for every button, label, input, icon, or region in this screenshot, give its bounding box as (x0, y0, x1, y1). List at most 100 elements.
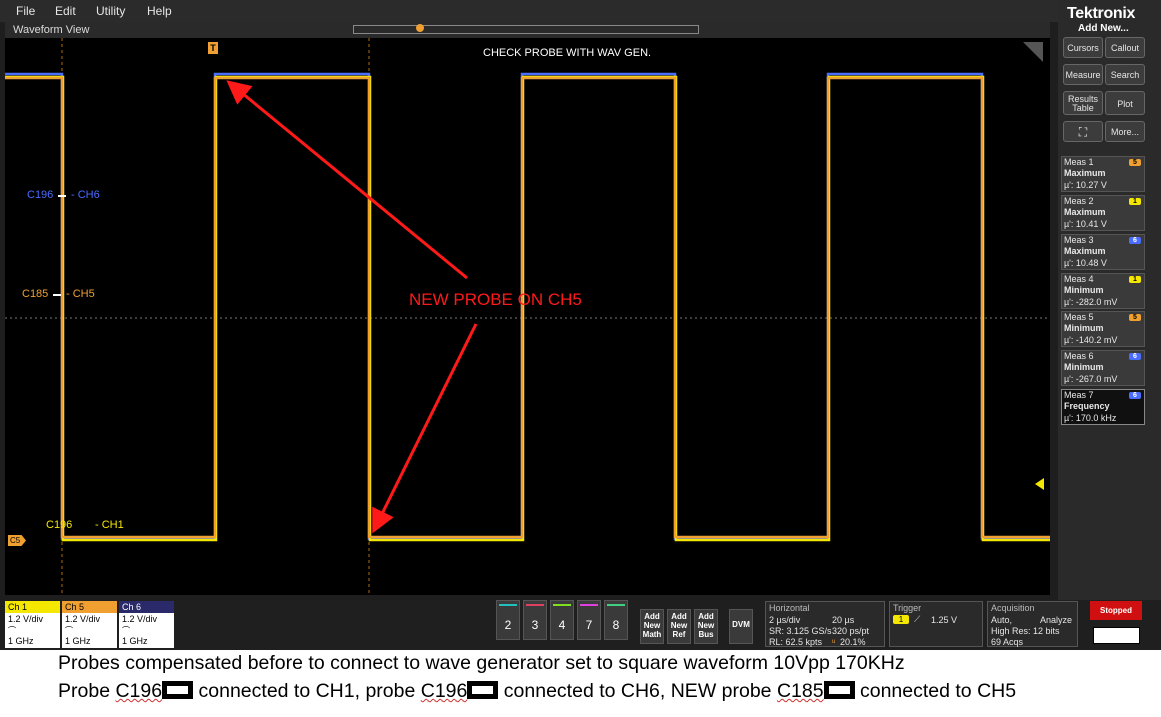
meas-source-badge: 6 (1129, 353, 1141, 360)
acquisition-resolution: High Res: 12 bits (991, 626, 1060, 636)
caption-probe-id: C196 (115, 680, 163, 702)
channel-8-button[interactable]: 8 (604, 600, 628, 640)
channel-7-label: 7 (585, 618, 593, 632)
overview-position-marker (416, 24, 424, 32)
trigger-settings-badge[interactable]: Trigger 1 ⟋ 1.25 V (889, 601, 983, 647)
rising-edge-icon: ⟋ (914, 614, 921, 624)
channel-6-scale: 1.2 V/div (122, 614, 158, 624)
label-marker (58, 195, 66, 197)
channel-5-scale: 1.2 V/div (65, 614, 101, 624)
acquisition-settings-badge[interactable]: Acquisition Auto, Analyze High Res: 12 b… (987, 601, 1078, 647)
add-new-math-button[interactable]: Add New Math (640, 609, 664, 644)
channel-color-stripe (499, 604, 517, 606)
meas-value: µ': 10.41 V (1064, 219, 1107, 229)
zoom-icon: ⛶ (1078, 125, 1088, 139)
meas-type: Maximum (1064, 246, 1106, 256)
waveform-traces (5, 38, 1050, 595)
meas-source-badge: 6 (1129, 392, 1141, 399)
zoom-tool-button[interactable]: ⛶ (1063, 121, 1103, 142)
channel-color-stripe (607, 604, 625, 606)
oscilloscope-app: File Edit Utility Help Waveform View T C… (0, 0, 1161, 650)
channel-color-stripe (526, 604, 544, 606)
menu-bar: File Edit Utility Help (0, 0, 1058, 22)
add-new-label: Add New... (1078, 23, 1129, 34)
menu-file[interactable]: File (16, 4, 35, 18)
menu-edit[interactable]: Edit (55, 4, 76, 18)
meas-source-badge: 5 (1129, 314, 1141, 321)
menu-utility[interactable]: Utility (96, 4, 125, 18)
acquisition-count: 69 Acqs (991, 637, 1024, 647)
meas-value: µ': 10.27 V (1064, 180, 1107, 190)
meas-name: Meas 5 (1064, 312, 1094, 322)
meas-source-badge: 6 (1129, 237, 1141, 244)
acquisition-analyze: Analyze (1040, 615, 1073, 625)
channel-7-button[interactable]: 7 (577, 600, 601, 640)
channel-1-scale: 1.2 V/div (8, 614, 44, 624)
add-new-bus-button[interactable]: Add New Bus (694, 609, 718, 644)
meas-value: µ': -282.0 mV (1064, 297, 1118, 307)
annotation-check-probe: CHECK PROBE WITH WAV GEN. (483, 47, 652, 59)
add-new-ref-button[interactable]: Add New Ref (667, 609, 691, 644)
channel-1-badge[interactable]: Ch 1 1.2 V/div ⌒ 1 GHz (5, 601, 60, 648)
redaction-box (467, 681, 499, 699)
channel-3-button[interactable]: 3 (523, 600, 547, 640)
channel-6-header: Ch 6 (119, 601, 174, 613)
search-button[interactable]: Search (1105, 64, 1145, 85)
channel-5-badge[interactable]: Ch 5 1.2 V/div ⌒ 1 GHz (62, 601, 117, 648)
probe-icon: ⌒ (122, 626, 130, 635)
callout-button[interactable]: Callout (1105, 37, 1145, 58)
meas-value: µ': 170.0 kHz (1064, 413, 1117, 423)
cursors-button[interactable]: Cursors (1063, 37, 1103, 58)
record-overview-bar[interactable] (353, 24, 699, 34)
trigger-position-marker[interactable]: T (208, 42, 218, 54)
record-position-percent: 20.1% (840, 637, 866, 647)
measurement-badge[interactable]: Meas 1 5 Maximum µ': 10.27 V (1061, 156, 1145, 192)
measurement-badge[interactable]: Meas 5 5 Minimum µ': -140.2 mV (1061, 311, 1145, 347)
waveform-view-header: Waveform View (5, 22, 1050, 38)
measurement-badge[interactable]: Meas 6 6 Minimum µ': -267.0 mV (1061, 350, 1145, 386)
measurement-badge[interactable]: Meas 7 6 Frequency µ': 170.0 kHz (1061, 389, 1145, 425)
meas-type: Minimum (1064, 323, 1104, 333)
channel-3-label: 3 (531, 618, 539, 632)
menu-help[interactable]: Help (147, 4, 172, 18)
label-ch5: - CH5 (66, 288, 95, 300)
measure-button[interactable]: Measure (1063, 64, 1103, 85)
probe-icon: ⌒ (8, 626, 16, 635)
label-ch1: - CH1 (95, 519, 124, 531)
plot-button[interactable]: Plot (1105, 91, 1145, 115)
run-stop-button[interactable]: Stopped (1090, 601, 1142, 620)
meas-name: Meas 4 (1064, 274, 1094, 284)
channel-5-header: Ch 5 (62, 601, 117, 613)
channel-6-badge[interactable]: Ch 6 1.2 V/div ⌒ 1 GHz (119, 601, 174, 648)
results-table-button[interactable]: Results Table (1063, 91, 1103, 115)
trigger-source-badge: 1 (893, 615, 909, 624)
caption-text: connected to CH6, NEW probe (503, 680, 772, 702)
label-c196-probe-ch6: C196 (27, 189, 54, 201)
horizontal-settings-badge[interactable]: Horizontal 2 µs/div 20 µs SR: 3.125 GS/s… (765, 601, 885, 647)
waveform-graticule[interactable]: T CHECK PROBE WITH WAV GEN. C196 - CH6 C… (5, 38, 1050, 595)
more-button[interactable]: More... (1105, 121, 1145, 142)
tektronix-logo: Tektronix (1067, 5, 1136, 22)
label-c196-probe-ch1: C196 (46, 519, 73, 531)
caption-probe-id: C185 (776, 680, 824, 702)
measurement-badge[interactable]: Meas 4 1 Minimum µ': -282.0 mV (1061, 273, 1145, 309)
channel-4-label: 4 (558, 618, 566, 632)
channel-4-button[interactable]: 4 (550, 600, 574, 640)
caption-line-2: Probe C196 connected to CH1, probe C196 … (58, 680, 1016, 703)
meas-name: Meas 7 (1064, 390, 1094, 400)
label-marker (53, 294, 61, 296)
meas-name: Meas 2 (1064, 196, 1094, 206)
channel-color-stripe (580, 604, 598, 606)
caption-line-1: Probes compensated before to connect to … (58, 652, 905, 674)
meas-type: Frequency (1064, 401, 1110, 411)
trigger-level: 1.25 V (931, 615, 958, 625)
measurement-badge[interactable]: Meas 2 1 Maximum µ': 10.41 V (1061, 195, 1145, 231)
dvm-button[interactable]: DVM (729, 609, 753, 644)
waveform-view-title: Waveform View (13, 24, 90, 36)
channel-2-button[interactable]: 2 (496, 600, 520, 640)
caption-text: Probe (58, 680, 111, 702)
trigger-level-arrow-icon[interactable] (1035, 478, 1044, 490)
channel-8-label: 8 (612, 618, 620, 632)
meas-value: µ': -267.0 mV (1064, 374, 1118, 384)
measurement-badge[interactable]: Meas 3 6 Maximum µ': 10.48 V (1061, 234, 1145, 270)
